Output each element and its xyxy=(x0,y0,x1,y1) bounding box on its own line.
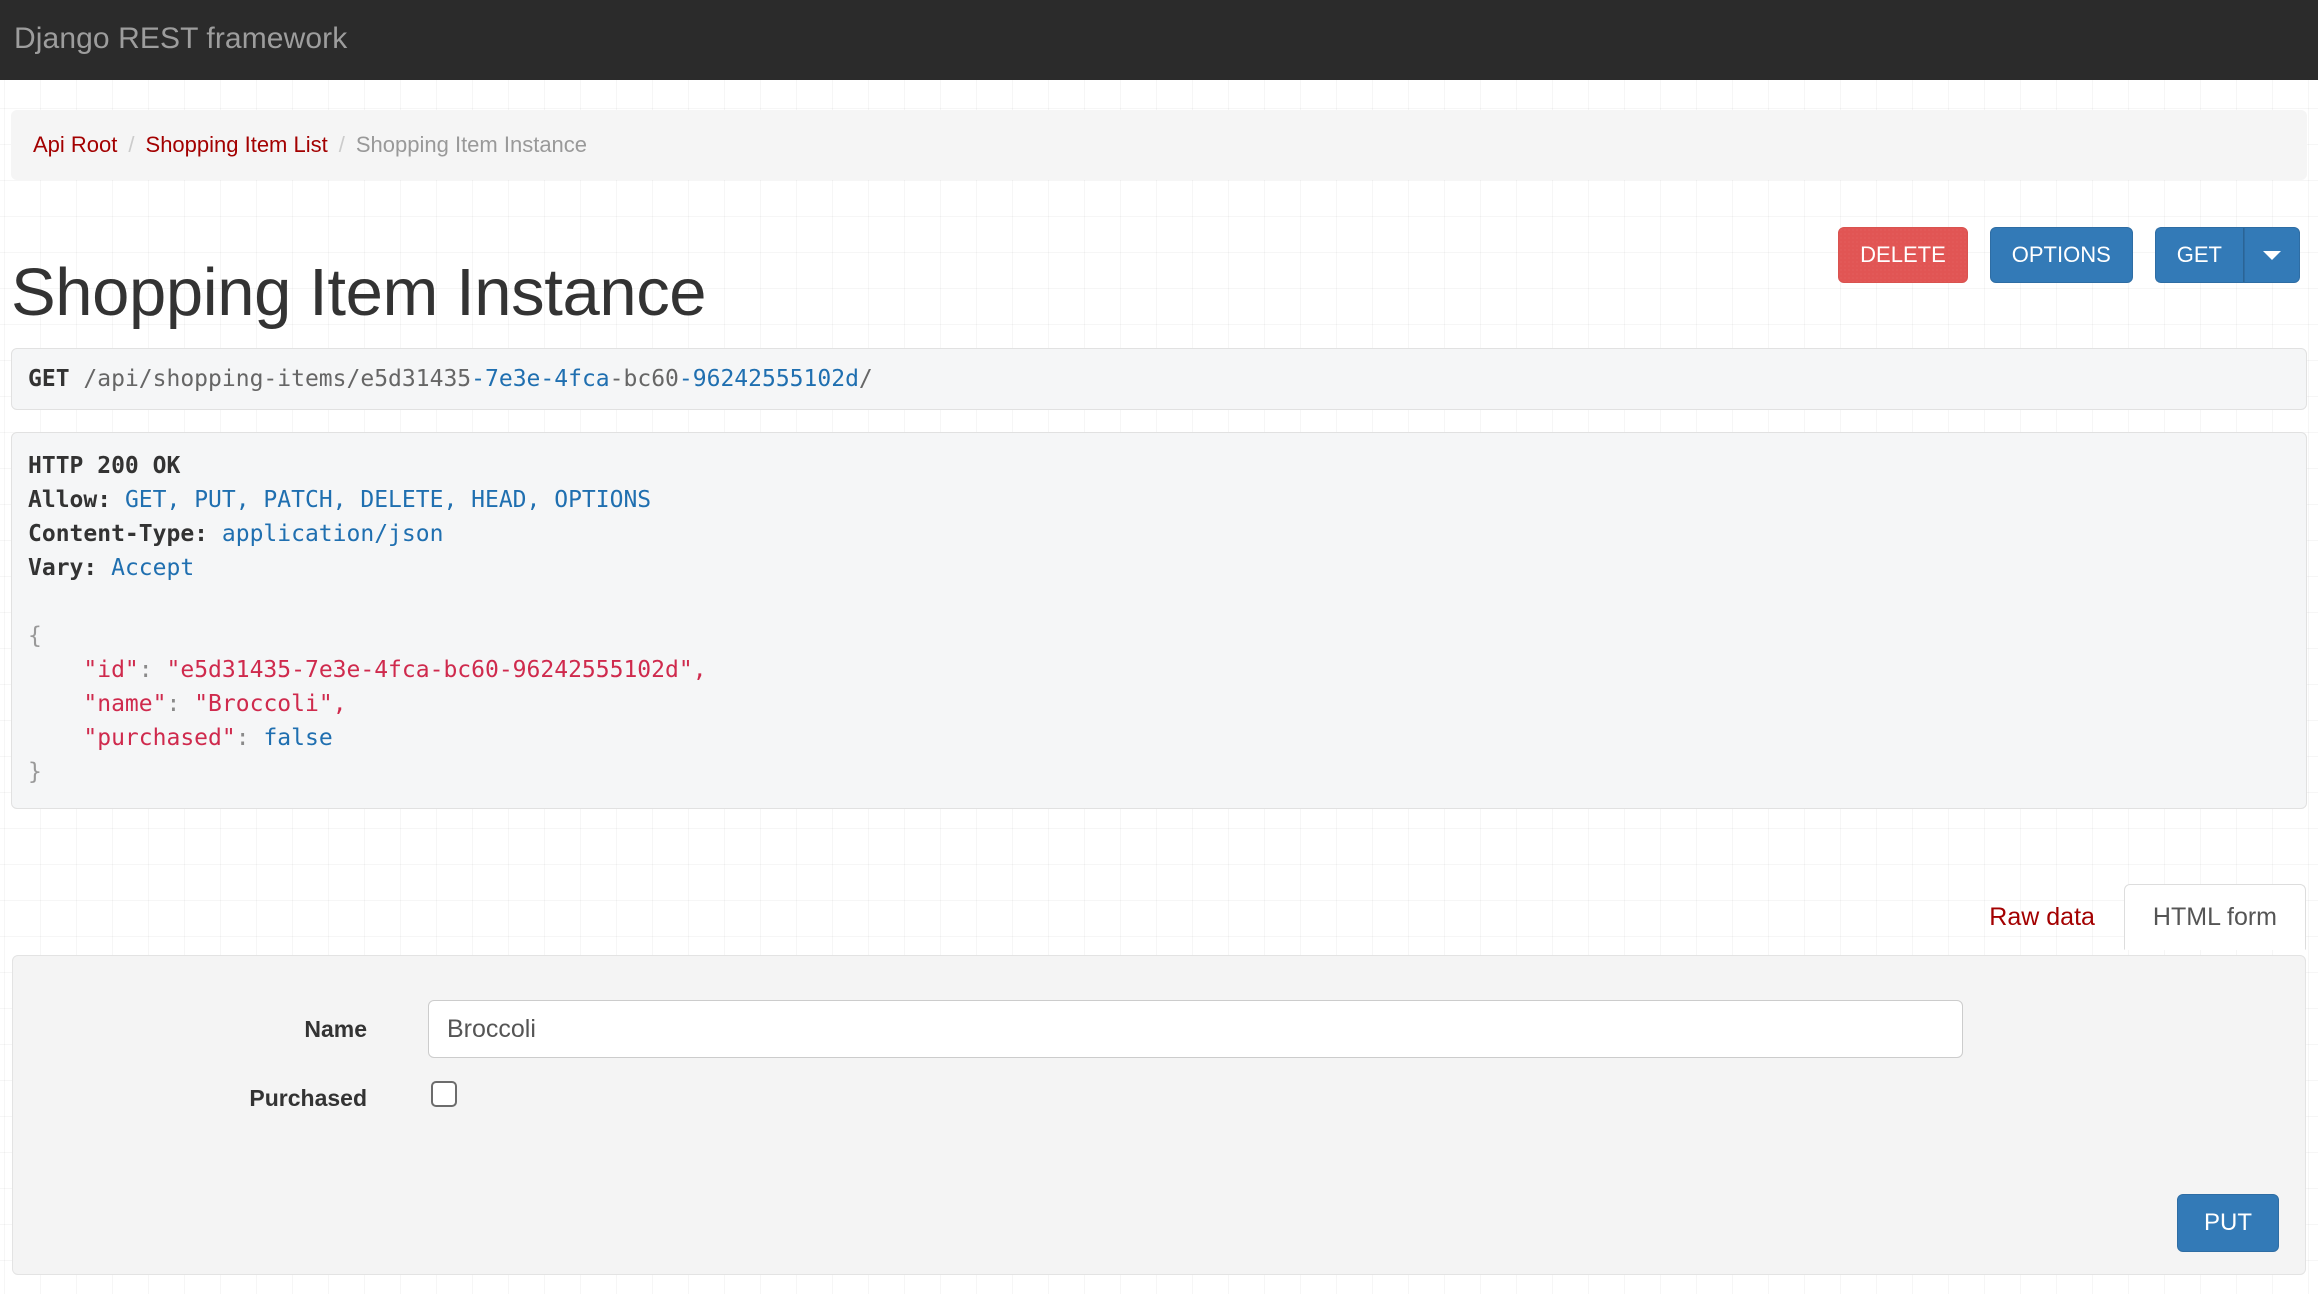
get-button-group: GET xyxy=(2154,227,2300,283)
response-content: HTTP 200 OK Allow: GET, PUT, PATCH, DELE… xyxy=(28,449,2290,789)
request-id-seg-2: 7e3e xyxy=(485,366,541,392)
request-id-seg-3: 4fca xyxy=(554,366,610,392)
response-header-name-content-type: Content-Type: xyxy=(28,521,209,547)
breadcrumb-separator: / xyxy=(338,132,345,157)
response-header-name-vary: Vary: xyxy=(28,555,98,581)
request-dash: - xyxy=(540,366,555,392)
caret-down-icon xyxy=(2263,250,2281,260)
json-key-id: "id" xyxy=(83,657,139,683)
form-actions: PUT xyxy=(2177,1194,2279,1252)
purchased-checkbox[interactable] xyxy=(431,1081,457,1107)
response-header-name-allow: Allow: xyxy=(28,487,112,513)
page-title: Shopping Item Instance xyxy=(11,254,707,330)
request-id-seg-1: e5d31435 xyxy=(360,366,472,392)
json-close-brace: } xyxy=(28,759,42,785)
header-actions: DELETE OPTIONS GET xyxy=(1838,227,2300,283)
request-dash: - xyxy=(471,366,485,392)
tab-html-form[interactable]: HTML form xyxy=(2123,884,2306,950)
request-id-seg-5: 96242555102d xyxy=(692,366,859,392)
json-colon: : xyxy=(166,691,181,717)
json-key-name: "name" xyxy=(83,691,167,717)
navbar: Django REST framework xyxy=(0,0,2318,80)
breadcrumb-item-shopping-item-instance: Shopping Item Instance xyxy=(355,132,588,157)
breadcrumb: Api Root / Shopping Item List / Shopping… xyxy=(11,110,2307,180)
response-header-value-vary: Accept xyxy=(111,555,195,581)
form-row-purchased: Purchased xyxy=(13,1069,2305,1133)
request-line: GET /api/shopping-items/e5d31435-7e3e-4f… xyxy=(28,362,2290,396)
request-dash: - xyxy=(678,366,693,392)
form-tabs: Raw data HTML form xyxy=(1960,880,2306,950)
request-path-prefix: /api/shopping-items/ xyxy=(83,366,361,392)
html-form-panel: Name Purchased PUT xyxy=(12,955,2306,1275)
request-block: GET /api/shopping-items/e5d31435-7e3e-4f… xyxy=(11,348,2307,410)
request-dash: - xyxy=(609,366,624,392)
json-value-name: "Broccoli" xyxy=(194,691,333,717)
json-key-purchased: "purchased" xyxy=(83,725,236,751)
breadcrumb-item-api-root[interactable]: Api Root xyxy=(33,132,117,158)
delete-button[interactable]: DELETE xyxy=(1838,227,1968,283)
json-open-brace: { xyxy=(28,623,42,649)
navbar-brand[interactable]: Django REST framework xyxy=(14,18,347,60)
form-row-name: Name xyxy=(13,1000,2305,1064)
request-method: GET xyxy=(28,366,70,392)
json-comma: , xyxy=(692,657,707,683)
purchased-label: Purchased xyxy=(249,1085,367,1111)
response-block: HTTP 200 OK Allow: GET, PUT, PATCH, DELE… xyxy=(11,432,2307,809)
breadcrumb-separator: / xyxy=(128,132,135,157)
get-button[interactable]: GET xyxy=(2154,227,2244,283)
breadcrumb-item-shopping-item-list[interactable]: Shopping Item List xyxy=(146,132,328,158)
name-label: Name xyxy=(304,1016,367,1042)
request-id-seg-4: bc60 xyxy=(623,366,679,392)
tab-raw-data[interactable]: Raw data xyxy=(1960,884,2124,950)
name-input[interactable] xyxy=(428,1000,1963,1058)
json-value-purchased: false xyxy=(263,725,333,751)
json-colon: : xyxy=(138,657,153,683)
response-status-line: HTTP 200 OK xyxy=(28,453,181,479)
response-header-value-allow: GET, PUT, PATCH, DELETE, HEAD, OPTIONS xyxy=(124,487,652,513)
request-trailing-slash: / xyxy=(858,366,873,392)
breadcrumb-list: Api Root / Shopping Item List / Shopping… xyxy=(33,110,587,180)
json-comma: , xyxy=(332,691,347,717)
response-header-value-content-type: application/json xyxy=(221,521,444,547)
put-button[interactable]: PUT xyxy=(2177,1194,2279,1252)
get-dropdown-toggle[interactable] xyxy=(2244,227,2300,283)
json-colon: : xyxy=(235,725,250,751)
options-button[interactable]: OPTIONS xyxy=(1989,227,2133,283)
json-value-id: "e5d31435-7e3e-4fca-bc60-96242555102d" xyxy=(166,657,693,683)
